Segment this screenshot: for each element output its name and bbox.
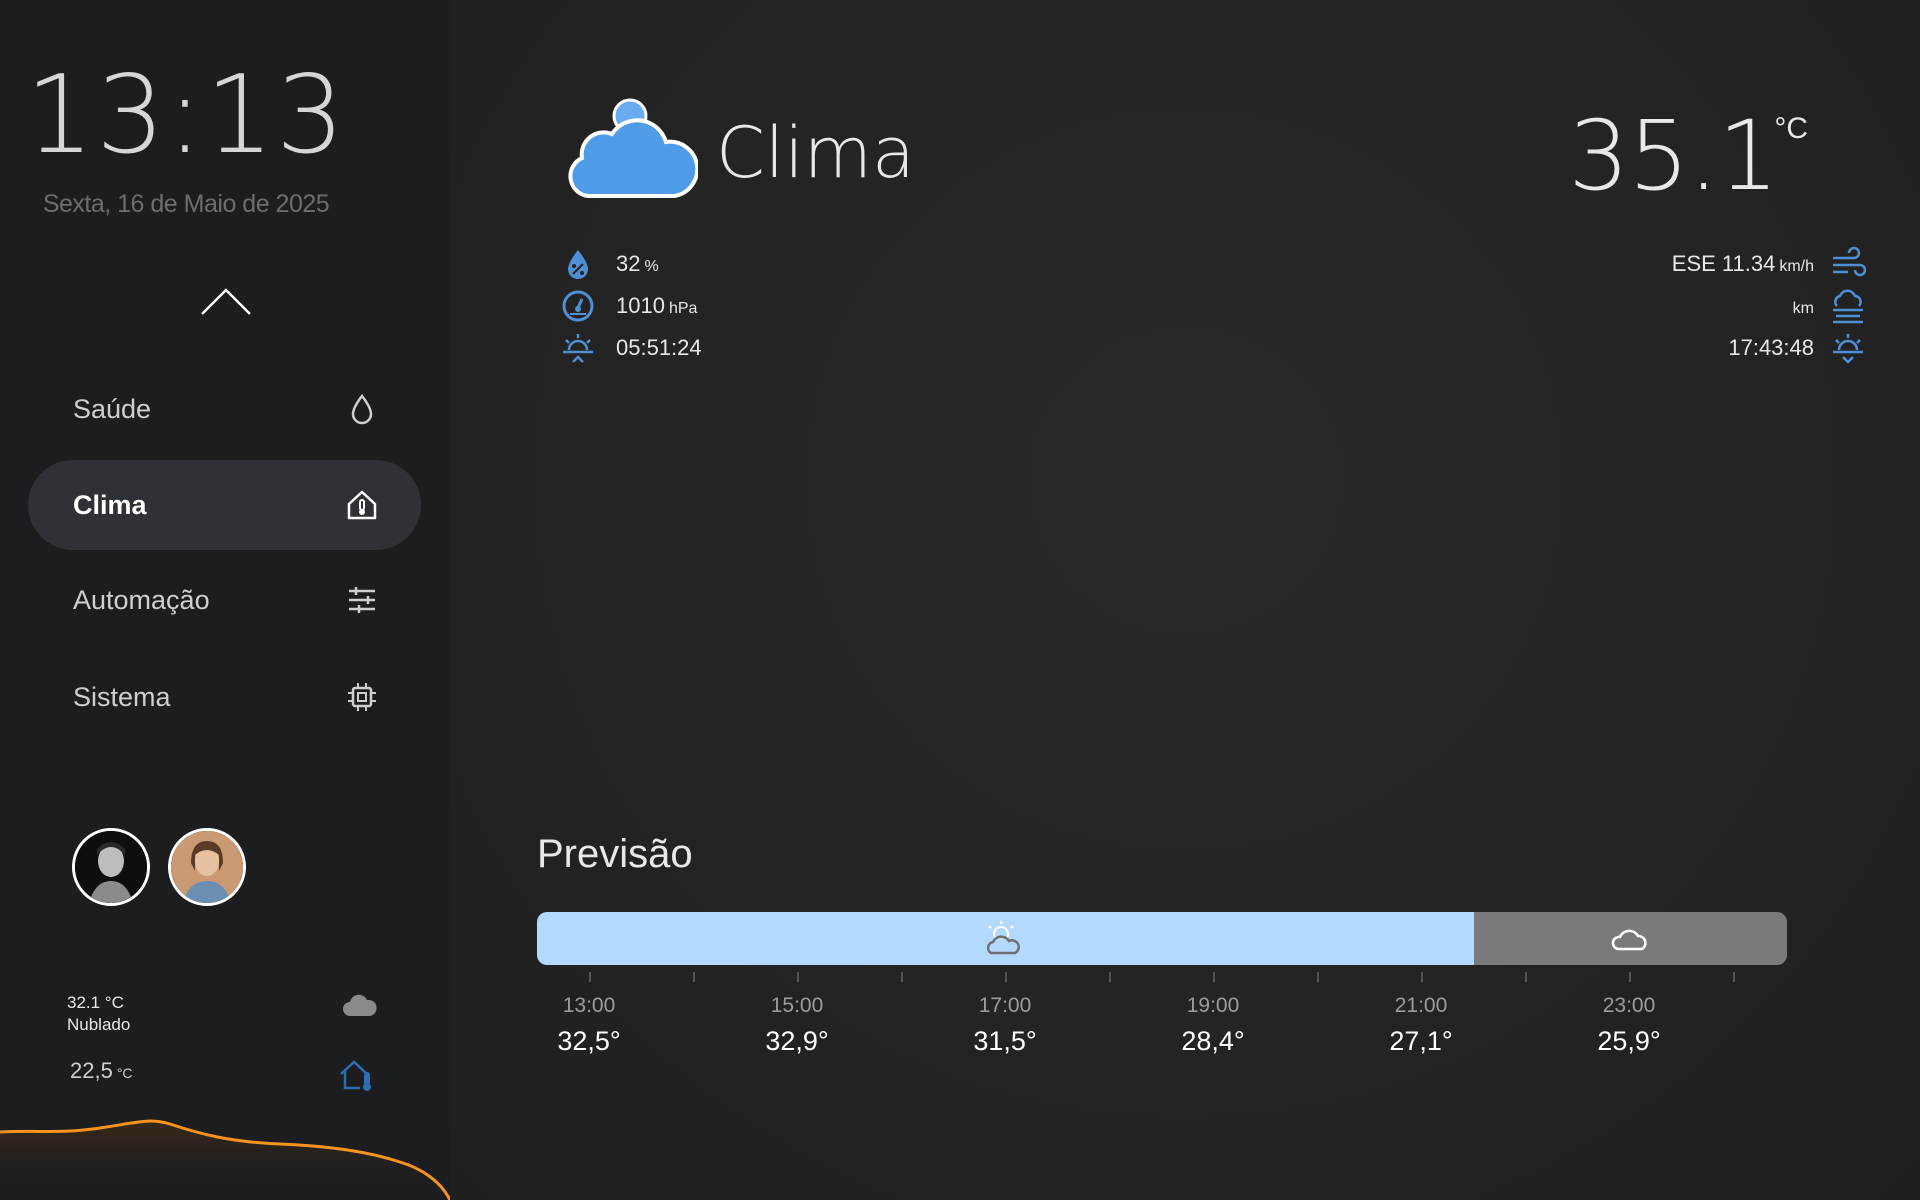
visibility-unit: km (1792, 300, 1814, 317)
forecast-segment-cloudy (1474, 912, 1787, 965)
sidebar-item-clima[interactable]: Clima (28, 460, 421, 550)
forecast-time: 17:00 (978, 994, 1032, 1017)
forecast-temp: 25,9° (1597, 1026, 1661, 1056)
sidebar-item-label: Automação (73, 584, 210, 615)
chip-icon (348, 683, 376, 711)
activity-wave (0, 1119, 450, 1200)
pressure-stat: 1010 hPa (560, 288, 697, 324)
wind-icon (1833, 246, 1866, 277)
forecast-tick (1317, 972, 1319, 982)
forecast-title: Previsão (537, 832, 693, 876)
humidity-stat: 32% (560, 246, 659, 282)
forecast-segment-partly-cloudy (537, 912, 1474, 965)
forecast-temp: 32,9° (765, 1026, 829, 1056)
mini-weather: 32.1 °C Nublado (67, 992, 130, 1036)
pressure-value: 1010 (616, 293, 665, 318)
forecast-time: 15:00 (770, 994, 824, 1017)
sidebar-item-label: Sistema (73, 681, 171, 712)
date: Sexta, 16 de Maio de 2025 (42, 190, 330, 218)
forecast-tick (1733, 972, 1735, 982)
page-title: Clima (716, 112, 915, 194)
cloud-icon (343, 994, 377, 1016)
forecast-tick (1525, 972, 1527, 982)
sun-cloud-icon (986, 921, 1020, 955)
sunrise-stat: 05:51:24 (560, 330, 702, 366)
wind-unit: km/h (1779, 258, 1814, 275)
forecast-tick (1421, 972, 1423, 982)
sidebar: 13:13 Sexta, 16 de Maio de 2025 Saúde Cl… (0, 0, 450, 1200)
forecast-tick (1005, 972, 1007, 982)
forecast-time: 19:00 (1186, 994, 1240, 1017)
avatar-user-2[interactable] (168, 828, 246, 906)
home-thermometer-icon (347, 490, 377, 520)
sidebar-item-sistema[interactable]: Sistema (28, 652, 421, 742)
forecast-condition-bar (537, 912, 1787, 965)
pressure-unit: hPa (668, 300, 698, 317)
sidebar-item-label: Saúde (73, 393, 152, 424)
home-thermometer-icon (340, 1060, 371, 1091)
chevron-up-icon[interactable] (198, 282, 254, 322)
wind-stat: ESE 11.34 km/h (1672, 246, 1866, 282)
main-content: Clima 35.1 °C 32% 1010 hPa 05:51:24 ESE … (450, 0, 1920, 1200)
forecast-tick (693, 972, 695, 982)
fog-icon (1833, 289, 1863, 324)
sunrise-value: 05:51:24 (616, 335, 702, 360)
mini-weather-condition: Nublado (67, 1015, 131, 1034)
avatar-user-1[interactable] (72, 828, 150, 906)
sunset-stat: 17:43:48 (1728, 330, 1866, 366)
humidity-unit: % (644, 258, 659, 275)
indoor-temp-value: 22,5 (70, 1058, 113, 1083)
clock: 13:13 (25, 53, 347, 178)
sidebar-item-label: Clima (73, 489, 147, 520)
forecast-tick (1629, 972, 1631, 982)
sunset-icon (1833, 334, 1863, 364)
visibility-stat: km (1789, 288, 1866, 324)
current-temperature: 35.1 (1568, 100, 1779, 212)
cloud-icon (1611, 929, 1647, 951)
avatar-photo-icon (75, 831, 147, 903)
forecast-tick (1213, 972, 1215, 982)
forecast-time: 21:00 (1394, 994, 1448, 1017)
forecast-temp: 31,5° (973, 1026, 1037, 1056)
forecast-tick (589, 972, 591, 982)
humidity-icon (568, 250, 588, 279)
indoor-temperature: 22,5 °C (70, 1058, 133, 1084)
indoor-temp-unit: °C (116, 1065, 133, 1081)
temperature-unit: °C (1774, 112, 1808, 145)
sidebar-item-automacao[interactable]: Automação (28, 555, 421, 645)
sunrise-icon (563, 334, 593, 363)
avatar-photo-icon (171, 831, 243, 903)
humidity-value: 32 (616, 251, 641, 276)
sidebar-item-saude[interactable]: Saúde (28, 364, 421, 454)
sliders-icon (349, 587, 375, 613)
forecast-tick (901, 972, 903, 982)
forecast-tick (1109, 972, 1111, 982)
forecast-time: 13:00 (562, 994, 616, 1017)
cloud-icon (568, 98, 698, 198)
forecast-temp: 27,1° (1389, 1026, 1453, 1056)
water-drop-icon (351, 394, 373, 425)
forecast-tick (797, 972, 799, 982)
forecast-time: 23:00 (1602, 994, 1656, 1017)
forecast-temp: 28,4° (1181, 1026, 1245, 1056)
mini-weather-temp: 32.1 °C (67, 993, 124, 1012)
wind-value: ESE 11.34 (1671, 251, 1776, 276)
gauge-icon (562, 290, 594, 322)
sunset-value: 17:43:48 (1728, 335, 1814, 360)
forecast-temp: 32,5° (557, 1026, 621, 1056)
